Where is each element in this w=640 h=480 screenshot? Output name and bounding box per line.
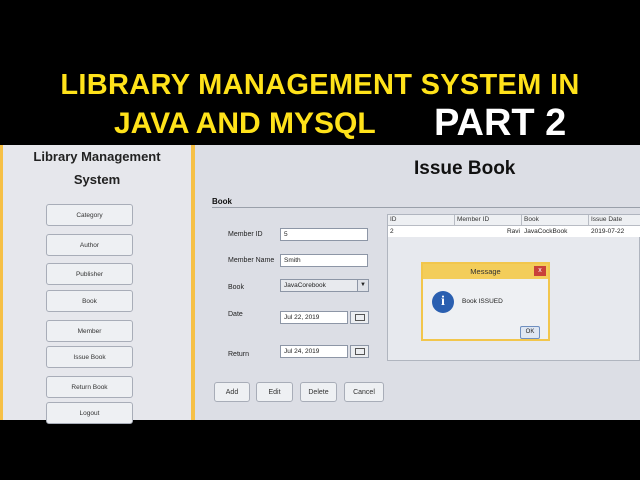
chevron-down-icon[interactable]: ▼	[357, 280, 368, 291]
table-cell: 2019-07-22	[589, 226, 640, 237]
cancel-button[interactable]: Cancel	[344, 382, 384, 402]
column-header-id[interactable]: ID	[388, 215, 455, 226]
sidebar-item-logout[interactable]: Logout	[46, 402, 133, 424]
sidebar-title-line-1: Library Management	[33, 149, 161, 164]
calendar-icon	[354, 348, 365, 355]
banner-line-2: JAVA AND MYSQL	[114, 107, 376, 140]
delete-button[interactable]: Delete	[300, 382, 337, 402]
sidebar-item-issue-book[interactable]: Issue Book	[46, 346, 133, 368]
table-cell: Ravi	[455, 226, 522, 237]
book-label: Book	[228, 284, 244, 291]
date-label: Date	[228, 311, 243, 318]
book-select-value: JavaCorebook	[284, 282, 326, 289]
section-label-book: Book	[212, 197, 232, 206]
close-icon[interactable]: x	[534, 266, 546, 276]
date-calendar-button[interactable]	[350, 311, 369, 324]
member-id-field[interactable]: 5	[280, 228, 368, 241]
column-header-book[interactable]: Book	[522, 215, 589, 226]
return-calendar-button[interactable]	[350, 345, 369, 358]
sidebar-item-return-book[interactable]: Return Book	[46, 376, 133, 398]
sidebar-item-publisher[interactable]: Publisher	[46, 263, 133, 285]
sidebar-item-member[interactable]: Member	[46, 320, 133, 342]
column-header-issue-date[interactable]: Issue Date	[589, 215, 640, 226]
date-field[interactable]: Jul 22, 2019	[280, 311, 348, 324]
sidebar-item-category[interactable]: Category	[46, 204, 133, 226]
add-button[interactable]: Add	[214, 382, 250, 402]
dialog-message: Book ISSUED	[462, 298, 503, 305]
message-dialog: Message x i Book ISSUED OK	[421, 262, 550, 341]
edit-button[interactable]: Edit	[256, 382, 293, 402]
banner-part-label: PART 2	[434, 102, 567, 144]
dialog-title: Message	[423, 264, 548, 279]
sidebar-item-book[interactable]: Book	[46, 290, 133, 312]
banner-line-1: LIBRARY MANAGEMENT SYSTEM IN	[60, 69, 580, 101]
book-select[interactable]: JavaCorebook ▼	[280, 279, 369, 292]
member-name-field[interactable]: Smith	[280, 254, 368, 267]
column-header-member-id[interactable]: Member ID	[455, 215, 522, 226]
sidebar-item-author[interactable]: Author	[46, 234, 133, 256]
calendar-icon	[354, 314, 365, 321]
section-divider	[212, 207, 640, 208]
member-name-label: Member Name	[228, 257, 275, 264]
table-cell: 2	[388, 226, 455, 237]
sidebar-title-line-2: System	[73, 172, 121, 187]
member-id-label: Member ID	[228, 231, 263, 238]
page-title: Issue Book	[414, 158, 516, 179]
sidebar: Library Management System Category Autho…	[0, 145, 195, 424]
ok-button[interactable]: OK	[520, 326, 540, 339]
return-date-field[interactable]: Jul 24, 2019	[280, 345, 348, 358]
return-label: Return	[228, 351, 250, 358]
table-cell: JavaCockBook	[522, 226, 589, 237]
info-icon: i	[432, 291, 454, 313]
